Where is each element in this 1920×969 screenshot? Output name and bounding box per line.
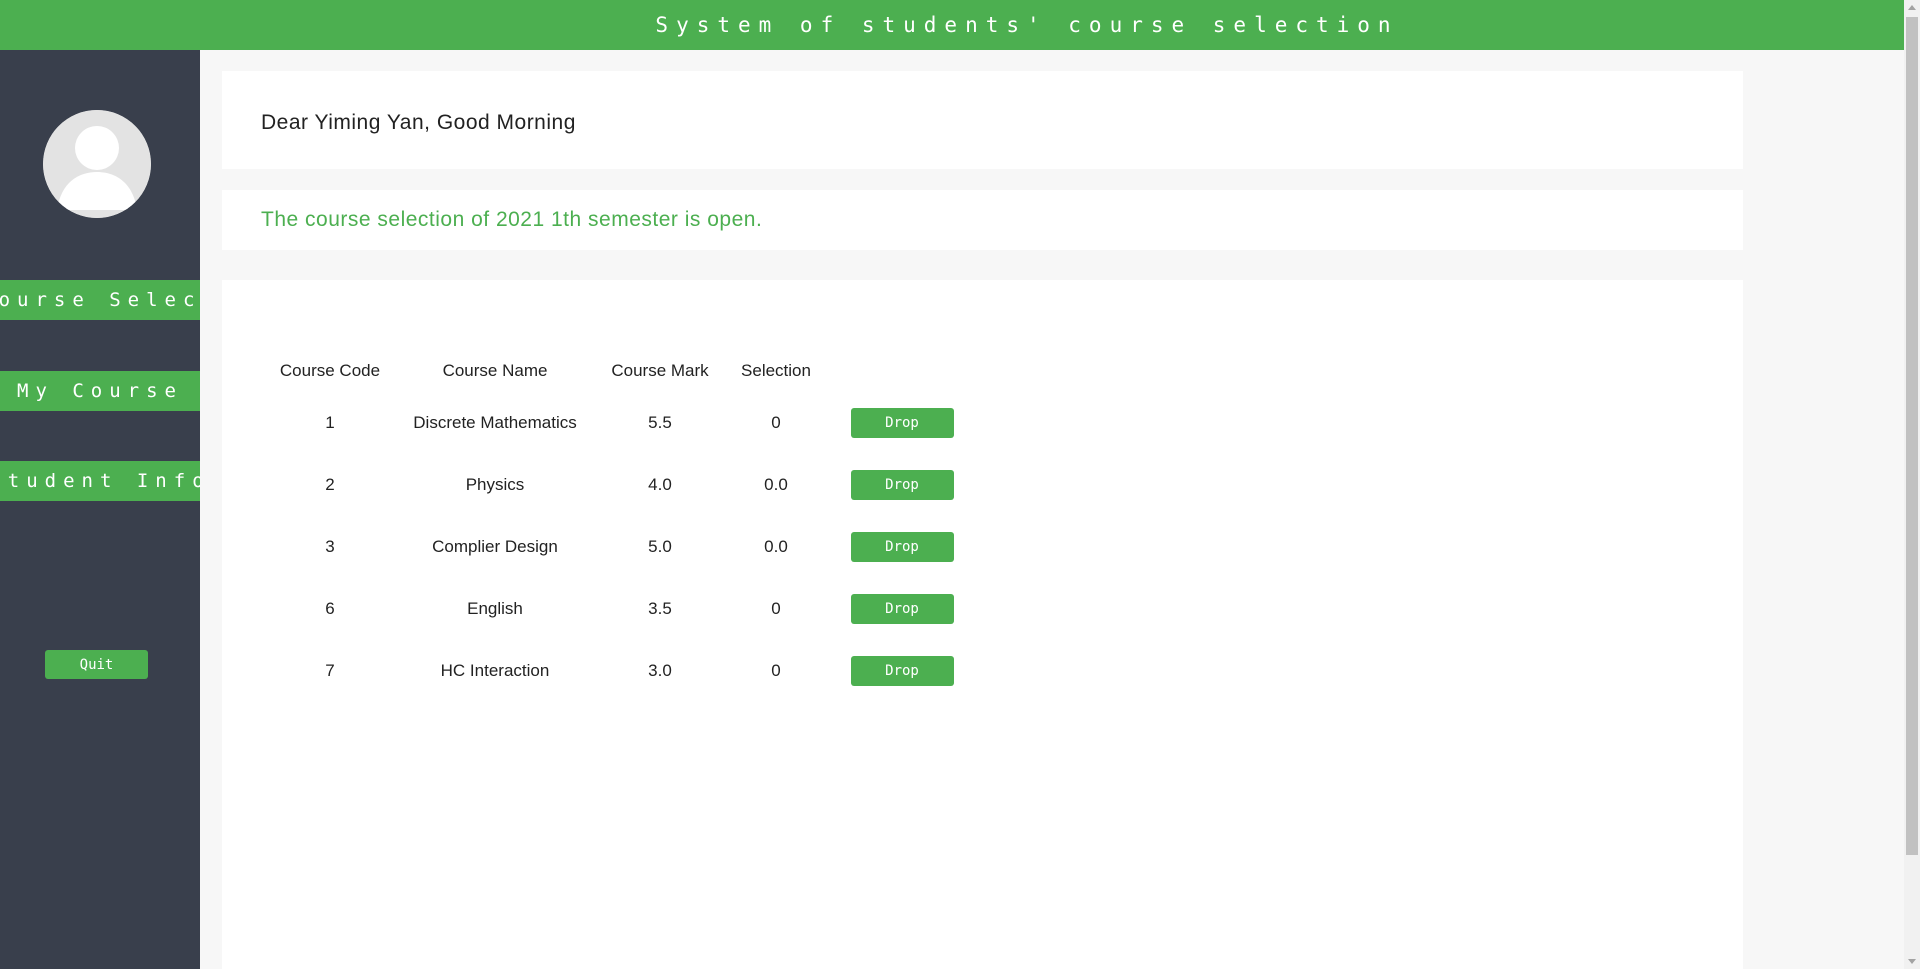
app-header: System of students' course selection [0,0,1904,50]
user-avatar-icon [43,110,151,218]
course-mark: 4.0 [648,475,672,494]
drop-button[interactable]: Drop [850,656,954,686]
app-title: System of students' course selection [655,13,1399,37]
vertical-scrollbar[interactable] [1904,0,1920,969]
course-selection: 0 [771,661,781,680]
table-row: 2 Physics 4.0 0.0 Drop [270,454,972,516]
drop-button[interactable]: Drop [850,470,954,500]
course-table-card: Course Code Course Name Course Mark Sele… [222,280,1743,969]
header-action [832,350,972,392]
course-code: 7 [325,661,335,680]
table-header-row: Course Code Course Name Course Mark Sele… [270,350,972,392]
drop-button[interactable]: Drop [850,532,954,562]
action-cell: Drop [832,516,972,578]
course-mark: 5.0 [648,537,672,556]
greeting-text: Dear Yiming Yan, Good Morning [261,111,576,134]
sidebar: Course Select My Course Student Info Qui… [0,50,200,969]
drop-button[interactable]: Drop [850,408,954,438]
sidebar-item-my-course[interactable]: My Course [0,371,200,411]
action-cell: Drop [832,392,972,454]
action-cell: Drop [832,454,972,516]
sidebar-item-label: Course Select [0,289,200,311]
greeting-card: Dear Yiming Yan, Good Morning [222,71,1743,169]
course-code: 1 [325,413,335,432]
header-course-code: Course Code [279,361,381,380]
header-selection: Selection [741,361,811,380]
course-mark: 5.5 [648,413,672,432]
sidebar-item-label: My Course [17,380,183,402]
notice-card: The course selection of 2021 1th semeste… [222,190,1743,250]
course-table: Course Code Course Name Course Mark Sele… [270,350,972,702]
course-code: 6 [325,599,335,618]
sidebar-item-course-select[interactable]: Course Select [0,280,200,320]
scroll-up-arrow-icon[interactable] [1908,5,1916,10]
quit-button[interactable]: Quit [45,650,148,679]
header-course-mark: Course Mark [611,361,709,380]
course-name: Physics [465,475,525,494]
course-name: HC Interaction [440,661,550,680]
course-selection: 0.0 [764,475,788,494]
sidebar-item-label: Student Info [0,470,200,492]
table-row: 6 English 3.5 0 Drop [270,578,972,640]
semester-notice: The course selection of 2021 1th semeste… [261,208,763,231]
table-row: 3 Complier Design 5.0 0.0 Drop [270,516,972,578]
course-code: 2 [325,475,335,494]
course-selection: 0.0 [764,537,788,556]
scroll-down-arrow-icon[interactable] [1908,959,1916,964]
course-selection: 0 [771,599,781,618]
header-course-name: Course Name [442,361,548,380]
scrollbar-thumb[interactable] [1906,17,1918,855]
action-cell: Drop [832,640,972,702]
course-selection: 0 [771,413,781,432]
course-name: Discrete Mathematics [413,413,577,432]
course-code: 3 [325,537,335,556]
action-cell: Drop [832,578,972,640]
table-row: 7 HC Interaction 3.0 0 Drop [270,640,972,702]
course-name: English [467,599,523,618]
drop-button[interactable]: Drop [850,594,954,624]
sidebar-item-student-info[interactable]: Student Info [0,461,200,501]
course-mark: 3.5 [648,599,672,618]
course-mark: 3.0 [648,661,672,680]
course-name: Complier Design [432,537,558,556]
table-row: 1 Discrete Mathematics 5.5 0 Drop [270,392,972,454]
